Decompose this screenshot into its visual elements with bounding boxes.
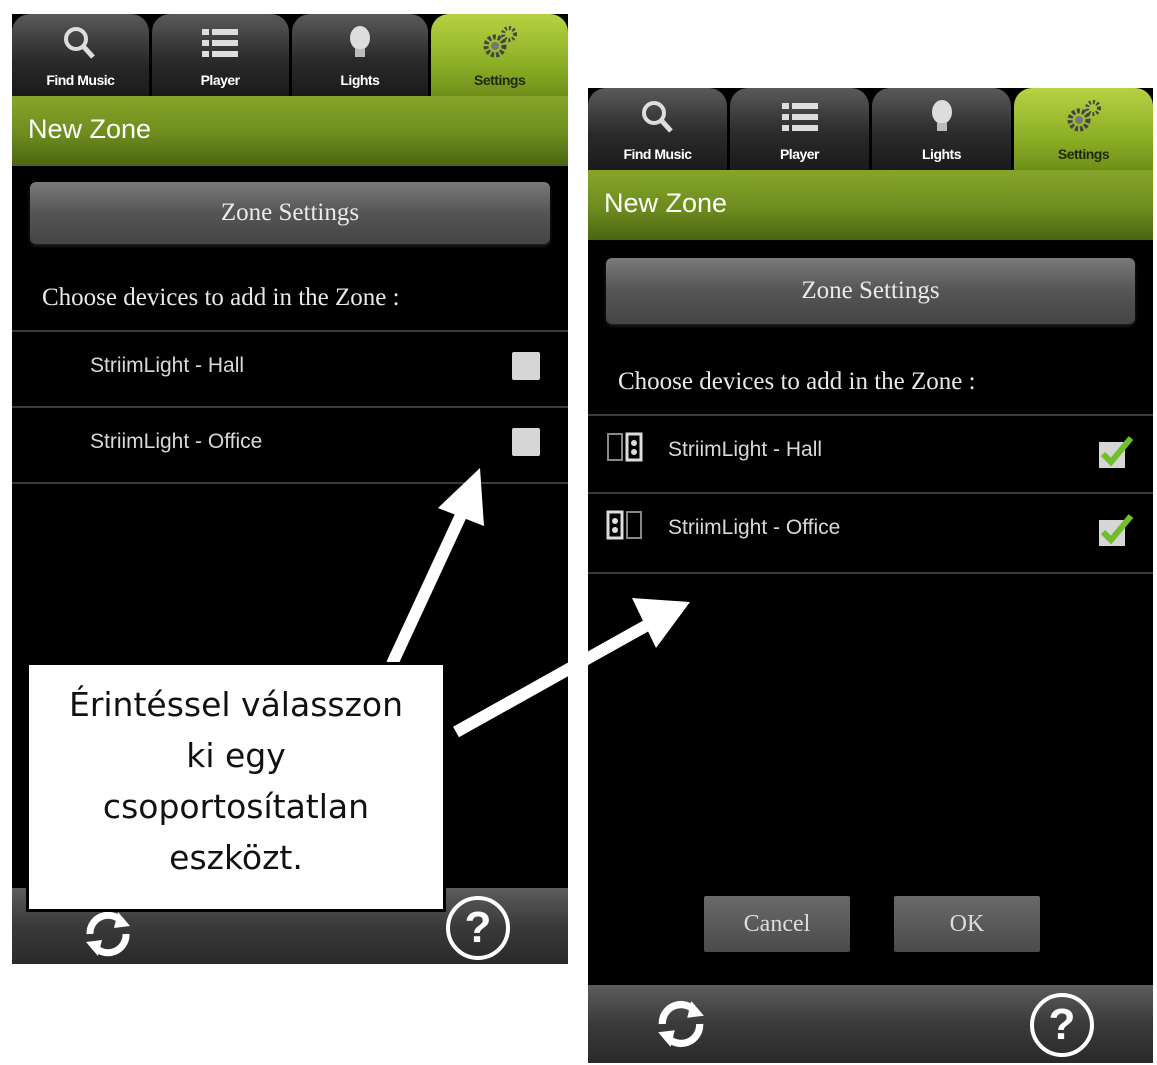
tab-label: Settings (1057, 146, 1110, 162)
help-icon[interactable]: ? (1030, 993, 1094, 1057)
tab-bar: Find Music Player Lights Settings (588, 88, 1153, 170)
search-icon (641, 101, 673, 133)
zone-settings-button[interactable]: Zone Settings (606, 258, 1135, 324)
tab-settings[interactable]: Settings (431, 14, 568, 96)
ok-button[interactable]: OK (894, 896, 1040, 952)
device-name: StriimLight - Hall (668, 438, 823, 461)
speaker-device-icon (607, 432, 643, 462)
tab-label: Find Music (46, 72, 115, 88)
tab-lights[interactable]: Lights (291, 14, 429, 96)
bottom-bar: ? (588, 985, 1153, 1063)
gear-icon (1067, 100, 1101, 132)
instruction-callout: Érintéssel válasszon ki egy csoportosíta… (26, 662, 446, 912)
zone-settings-button[interactable]: Zone Settings (30, 182, 550, 244)
phone-screen-right: Find Music Player Lights Settings New Zo… (588, 88, 1153, 1063)
title-bar: New Zone (588, 170, 1153, 240)
gear-icon (483, 26, 517, 58)
choose-devices-label: Choose devices to add in the Zone : (618, 368, 976, 395)
title-bar: New Zone (12, 96, 568, 166)
device-name: StriimLight - Office (90, 430, 263, 453)
checkbox-checked-icon[interactable] (1097, 434, 1135, 470)
help-icon[interactable]: ? (446, 896, 510, 960)
lightbulb-icon (931, 100, 952, 131)
list-icon (202, 29, 239, 57)
list-icon (781, 103, 818, 131)
tab-settings[interactable]: Settings (1014, 88, 1153, 170)
device-row-hall[interactable]: StriimLight - Hall (12, 330, 568, 406)
refresh-icon[interactable] (654, 997, 708, 1051)
device-row-hall[interactable]: StriimLight - Hall (588, 414, 1153, 492)
tab-player[interactable]: Player (730, 88, 869, 170)
choose-devices-label: Choose devices to add in the Zone : (42, 284, 400, 311)
page-title: New Zone (604, 188, 728, 218)
search-icon (64, 27, 96, 59)
page-title: New Zone (28, 114, 152, 144)
cancel-button[interactable]: Cancel (704, 896, 850, 952)
tab-find-music[interactable]: Find Music (588, 88, 727, 170)
callout-line: ki egy (186, 736, 286, 775)
tab-label: Lights (922, 146, 962, 162)
tab-find-music[interactable]: Find Music (12, 14, 149, 96)
callout-line: csoportosítatlan (102, 787, 370, 826)
tab-label: Player (779, 146, 820, 162)
tab-player[interactable]: Player (151, 14, 289, 96)
device-name: StriimLight - Office (668, 516, 841, 539)
tab-bar: Find Music Player Lights Settings (12, 14, 568, 96)
checkbox-checked-icon[interactable] (1097, 512, 1135, 548)
tab-label: Lights (340, 72, 380, 88)
device-row-office[interactable]: StriimLight - Office (12, 406, 568, 484)
device-row-office[interactable]: StriimLight - Office (588, 492, 1153, 574)
device-name: StriimLight - Hall (90, 354, 245, 377)
callout-line: Érintéssel válasszon (68, 685, 404, 724)
tab-label: Player (200, 72, 241, 88)
device-checkbox[interactable] (512, 428, 540, 456)
tab-label: Settings (474, 72, 526, 88)
speaker-device-icon (606, 510, 642, 540)
tab-lights[interactable]: Lights (872, 88, 1011, 170)
tab-label: Find Music (623, 146, 692, 162)
refresh-icon[interactable] (82, 908, 134, 960)
lightbulb-icon (349, 26, 370, 57)
device-checkbox[interactable] (512, 352, 540, 380)
callout-line: eszközt. (169, 838, 303, 877)
